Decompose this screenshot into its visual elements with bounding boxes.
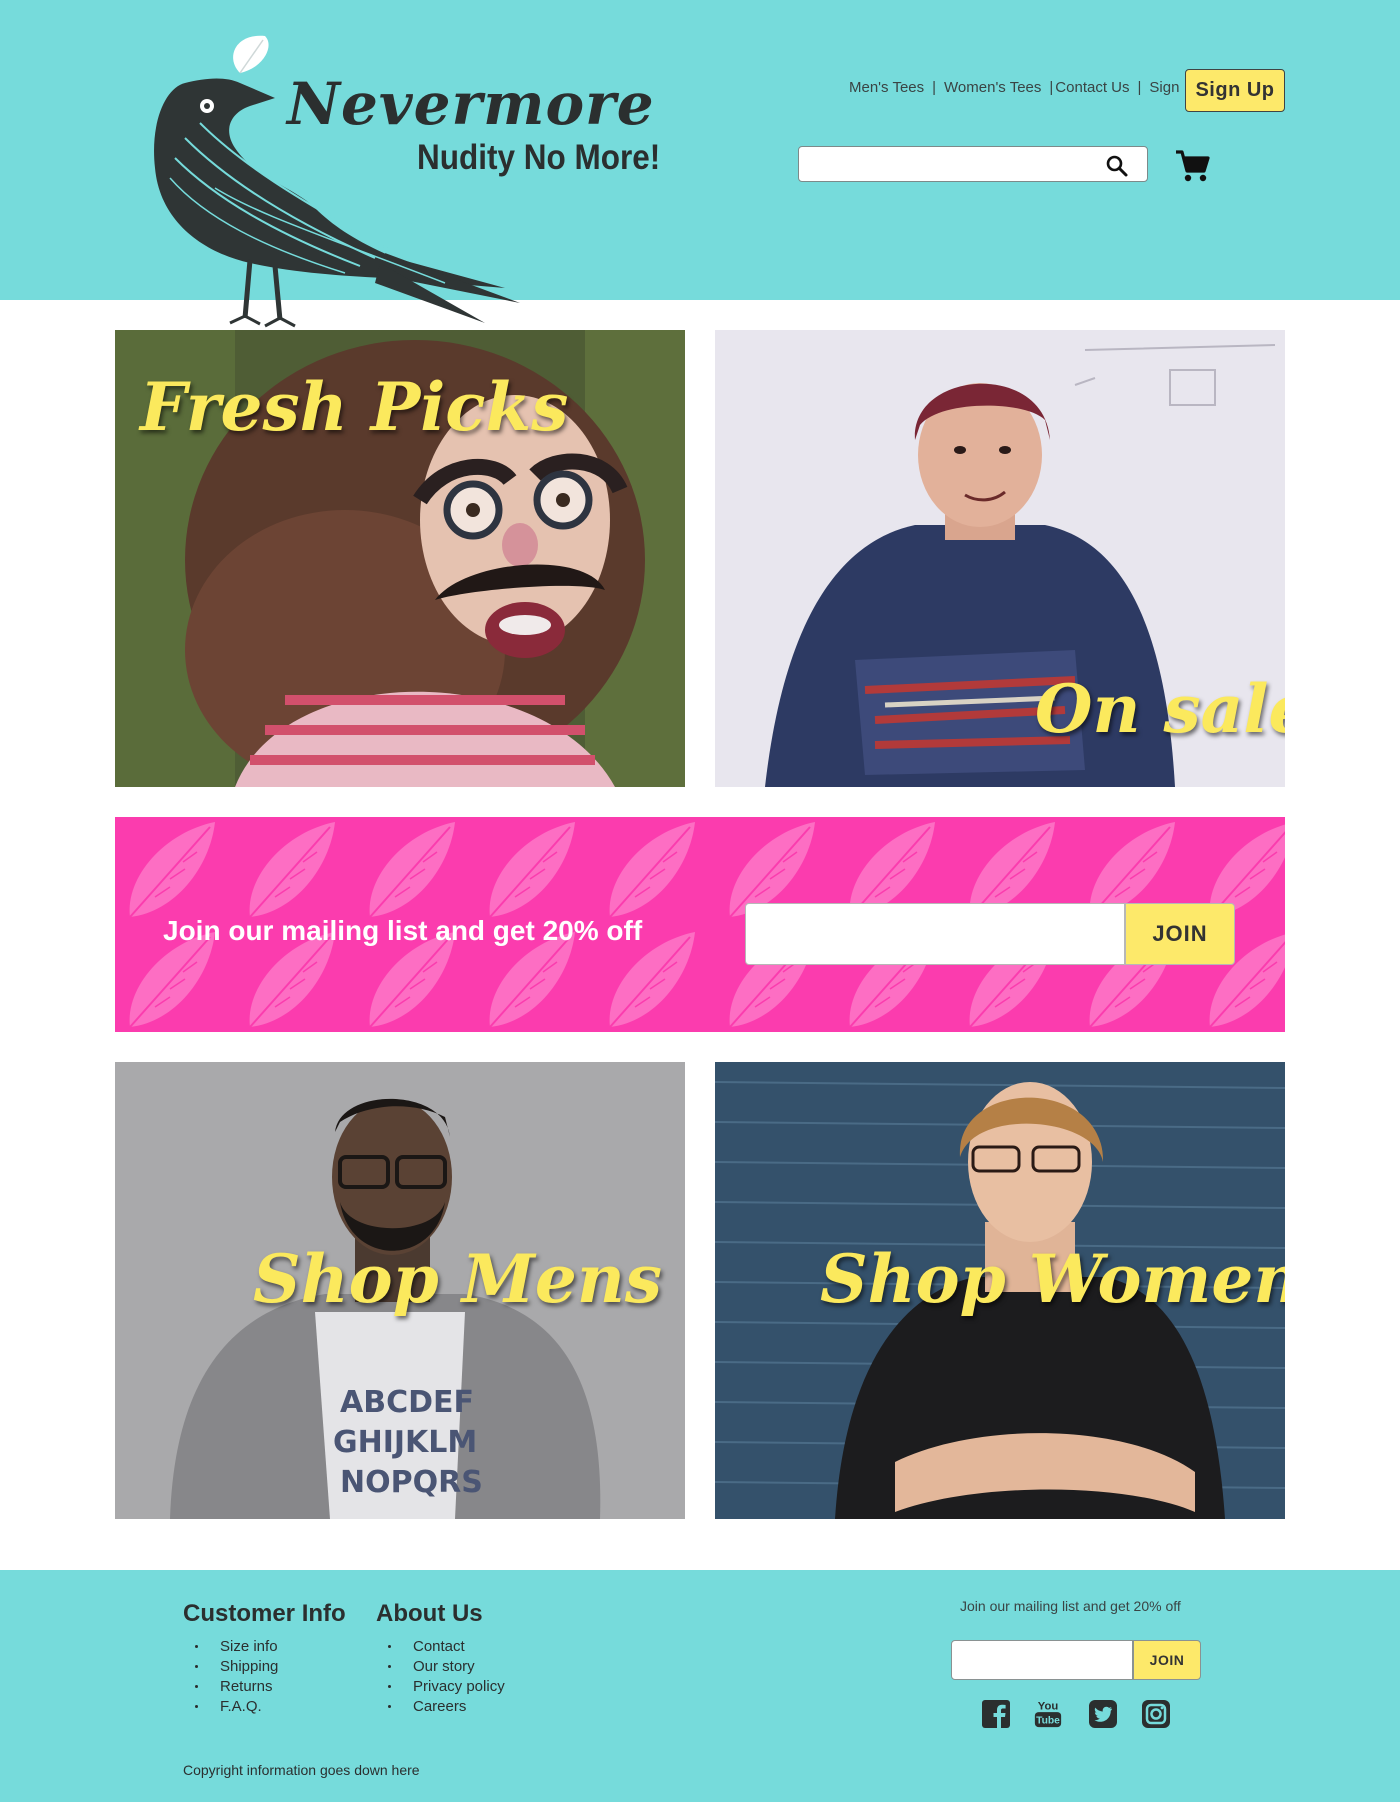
returns-link[interactable]: Returns	[220, 1678, 273, 1695]
about-us-list: Contact Our story Privacy policy Careers	[376, 1636, 505, 1716]
search-input[interactable]	[807, 151, 1097, 177]
mailing-list-banner: Join our mailing list and get 20% off JO…	[115, 817, 1285, 1032]
customer-info-heading: Customer Info	[183, 1600, 346, 1627]
our-story-link[interactable]: Our story	[413, 1658, 475, 1675]
footer-email-field	[951, 1640, 1133, 1680]
footer-mailing-text: Join our mailing list and get 20% off	[960, 1598, 1181, 1614]
nav-separator: |	[1049, 79, 1054, 96]
mailing-join-button[interactable]: JOIN	[1125, 903, 1235, 965]
youtube-icon[interactable]: You Tube	[1033, 1694, 1063, 1732]
youtube-icon-text-you: You	[1038, 1700, 1059, 1712]
shopping-cart-icon[interactable]	[1174, 149, 1210, 183]
site-header: Nevermore Nudity No More! Men's Tees | W…	[0, 0, 1400, 328]
list-item: Privacy policy	[376, 1676, 505, 1696]
copyright-text: Copyright information goes down here	[183, 1762, 420, 1778]
facebook-icon[interactable]	[980, 1698, 1012, 1730]
shop-mens-label: Shop Mens	[253, 1240, 662, 1318]
instagram-icon[interactable]	[1140, 1698, 1172, 1730]
youtube-icon-text-tube: Tube	[1036, 1715, 1060, 1726]
on-sale-tile[interactable]: On sale	[715, 330, 1285, 787]
search-box	[798, 146, 1148, 182]
contact-link[interactable]: Contact	[413, 1638, 465, 1655]
nav-womens-tees[interactable]: Women's Tees	[944, 79, 1041, 96]
size-info-link[interactable]: Size info	[220, 1638, 278, 1655]
privacy-policy-link[interactable]: Privacy policy	[413, 1678, 505, 1695]
customer-info-list: Size info Shipping Returns F.A.Q.	[183, 1636, 346, 1716]
top-nav: Men's Tees | Women's Tees | Contact Us |…	[849, 79, 1196, 96]
search-icon[interactable]	[1105, 154, 1129, 178]
shop-womens-tile[interactable]: Shop Womens	[715, 1062, 1285, 1519]
footer-join-button[interactable]: JOIN	[1133, 1640, 1201, 1680]
shop-womens-label: Shop Womens	[820, 1240, 1285, 1318]
svg-text:GHIJKLM: GHIJKLM	[333, 1425, 477, 1460]
sign-up-button[interactable]: Sign Up	[1185, 69, 1285, 112]
svg-text:NOPQRS: NOPQRS	[340, 1465, 483, 1500]
svg-text:ABCDEF: ABCDEF	[340, 1385, 474, 1420]
faq-link[interactable]: F.A.Q.	[220, 1698, 262, 1715]
on-sale-label: On sale	[1035, 670, 1285, 748]
list-item: Size info	[183, 1636, 346, 1656]
nav-separator: |	[1137, 79, 1142, 96]
list-item: Contact	[376, 1636, 505, 1656]
nav-separator: |	[932, 79, 937, 96]
shipping-link[interactable]: Shipping	[220, 1658, 278, 1675]
shop-mens-tile[interactable]: ABCDEF GHIJKLM NOPQRS Shop Mens	[115, 1062, 685, 1519]
brand-name: Nevermore	[287, 70, 655, 138]
list-item: Careers	[376, 1696, 505, 1716]
site-footer: Customer Info Size info Shipping Returns…	[0, 1570, 1400, 1802]
mailing-email-input[interactable]	[746, 904, 1124, 964]
list-item: F.A.Q.	[183, 1696, 346, 1716]
twitter-icon[interactable]	[1087, 1698, 1119, 1730]
fresh-picks-tile[interactable]: Fresh Picks	[115, 330, 685, 787]
fresh-picks-label: Fresh Picks	[140, 368, 569, 446]
list-item: Returns	[183, 1676, 346, 1696]
nav-mens-tees[interactable]: Men's Tees	[849, 79, 924, 96]
mailing-list-text: Join our mailing list and get 20% off	[163, 915, 643, 946]
footer-email-input[interactable]	[952, 1641, 1132, 1679]
brand-tagline: Nudity No More!	[417, 138, 661, 177]
careers-link[interactable]: Careers	[413, 1698, 466, 1715]
about-us-heading: About Us	[376, 1600, 483, 1627]
mailing-email-field	[745, 903, 1125, 965]
list-item: Shipping	[183, 1656, 346, 1676]
about-us-column: About Us Contact Our story Privacy polic…	[376, 1600, 505, 1716]
customer-info-column: Customer Info Size info Shipping Returns…	[183, 1600, 346, 1716]
list-item: Our story	[376, 1656, 505, 1676]
nav-contact-us[interactable]: Contact Us	[1055, 79, 1129, 96]
